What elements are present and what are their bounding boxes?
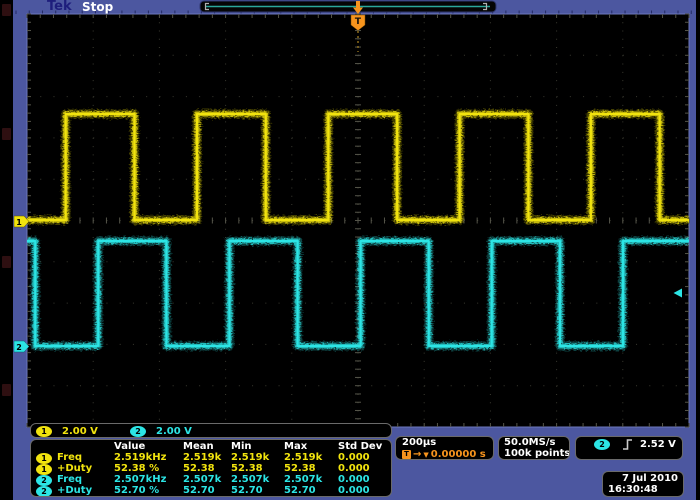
col-header-mean: Mean: [183, 442, 214, 452]
time-readout: 16:30:48: [608, 485, 658, 495]
ch2-scale-readout[interactable]: 2.00 V: [156, 427, 192, 437]
arrow-right-icon: →: [413, 449, 421, 460]
measurement-row-ch2-duty: 2 +Duty 52.70 % 52.70 52.70 52.70 0.000: [31, 486, 391, 497]
measurement-max: 2.507k: [284, 475, 322, 485]
ch2-badge: 2: [36, 475, 52, 486]
record-length-readout: 100k points: [504, 449, 570, 459]
timebase-readout: 200µs: [402, 438, 436, 448]
measurement-mean: 52.38: [183, 464, 215, 474]
measurement-name: Freq: [57, 475, 82, 485]
trigger-icon: T: [402, 450, 411, 459]
horizontal-delay-readout: T→▼ 0.00000 s: [402, 449, 486, 460]
trigger-readout[interactable]: 2 2.52 V: [575, 436, 683, 460]
measurement-mean: 2.519k: [183, 453, 221, 463]
rising-edge-slope-icon: [621, 438, 634, 451]
tek-logo: Tek: [47, 0, 72, 14]
measurement-stddev: 0.000: [338, 475, 370, 485]
datetime-box: 7 Jul 2010 16:30:48: [602, 471, 684, 497]
measurement-name: Freq: [57, 453, 82, 463]
ch1-badge: 1: [36, 453, 52, 464]
ch1-badge[interactable]: 1: [36, 426, 52, 437]
trigger-source-badge: 2: [594, 439, 610, 450]
acquisition-status: Stop: [82, 0, 113, 14]
measurement-stddev: 0.000: [338, 486, 370, 496]
measurement-min: 52.70: [231, 486, 263, 496]
left-bezel: [0, 0, 13, 500]
right-bezel: [696, 0, 700, 500]
delay-value: 0.00000 s: [431, 449, 486, 460]
measurement-stddev: 0.000: [338, 453, 370, 463]
measurement-value: 52.70 %: [114, 486, 159, 496]
vertical-scale-bar: 1 2.00 V 2 2.00 V: [30, 423, 392, 438]
measurement-max: 52.38: [284, 464, 316, 474]
col-header-stddev: Std Dev: [338, 442, 382, 452]
bezel-led: [2, 4, 11, 16]
measurement-table: Value Mean Min Max Std Dev 1 Freq 2.519k…: [30, 439, 392, 497]
measurement-value: 2.507kHz: [114, 475, 166, 485]
ch2-badge[interactable]: 2: [130, 426, 146, 437]
record-view-bar: [200, 1, 496, 12]
measurement-name: +Duty: [57, 464, 92, 474]
acquisition-readout[interactable]: 50.0MS/s 100k points: [498, 436, 570, 460]
expansion-point-icon: ▼: [423, 451, 428, 459]
measurement-min: 2.519k: [231, 453, 269, 463]
measurement-min: 52.38: [231, 464, 263, 474]
trigger-arrow-shaft: [356, 1, 360, 8]
bezel-led: [2, 384, 11, 396]
measurement-value: 52.38 %: [114, 464, 159, 474]
ch2-marker-label: 2: [16, 343, 22, 352]
ch1-badge: 1: [36, 464, 52, 475]
measurement-mean: 2.507k: [183, 475, 221, 485]
measurement-max: 52.70: [284, 486, 316, 496]
col-header-max: Max: [284, 442, 307, 452]
measurement-value: 2.519kHz: [114, 453, 166, 463]
bezel-led: [2, 128, 11, 140]
measurement-min: 2.507k: [231, 475, 269, 485]
date-readout: 7 Jul 2010: [622, 474, 678, 484]
col-header-min: Min: [231, 442, 252, 452]
measurement-max: 2.519k: [284, 453, 322, 463]
bezel-led: [2, 256, 11, 268]
measurement-stddev: 0.000: [338, 464, 370, 474]
horizontal-readout[interactable]: 200µs T→▼ 0.00000 s: [395, 436, 494, 460]
col-header-value: Value: [114, 442, 145, 452]
ch1-scale-readout[interactable]: 2.00 V: [62, 427, 98, 437]
ch2-badge: 2: [36, 486, 52, 497]
measurement-name: +Duty: [57, 486, 92, 496]
sample-rate-readout: 50.0MS/s: [504, 438, 555, 448]
trigger-badge-label: T: [355, 17, 362, 27]
oscilloscope-screen: T 1 2 Tek Stop 1 2.00 V 2 2.00 V Value: [0, 0, 700, 500]
ch1-marker-label: 1: [16, 218, 22, 227]
measurement-mean: 52.70: [183, 486, 215, 496]
trigger-level-readout: 2.52 V: [640, 440, 676, 450]
